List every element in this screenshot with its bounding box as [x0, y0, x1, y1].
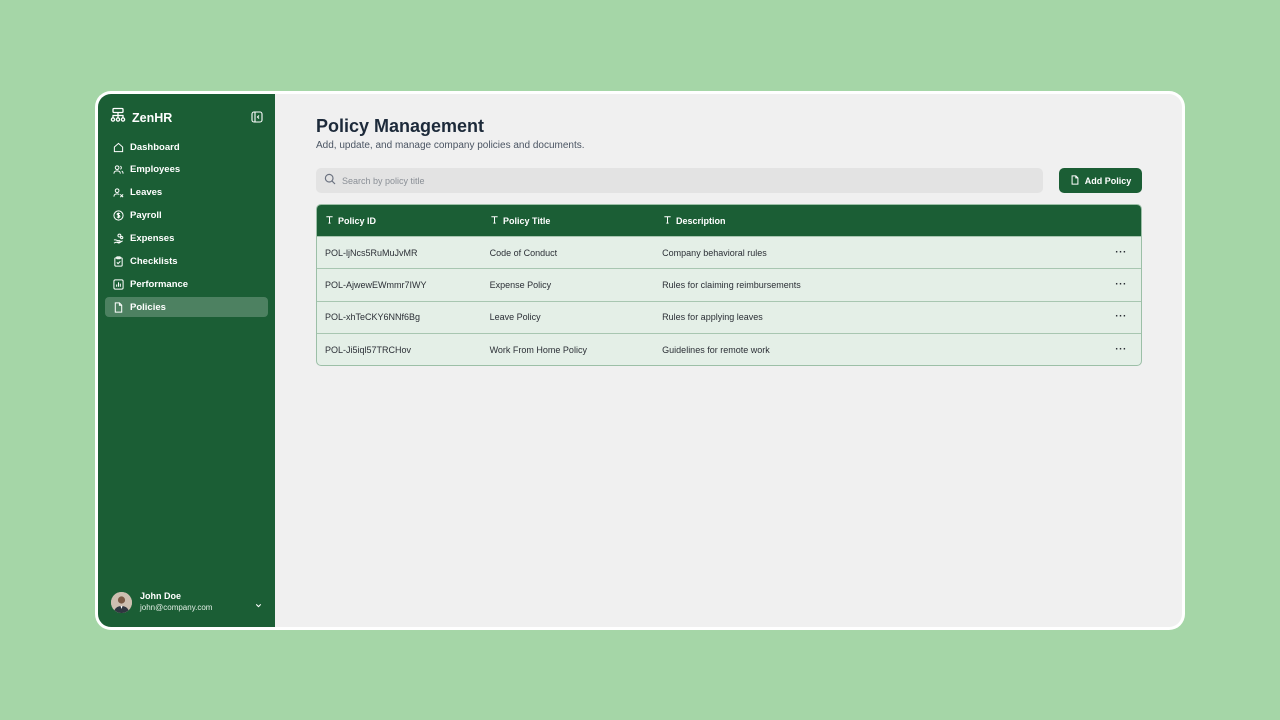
- policy-description-cell: Company behavioral rules: [662, 247, 767, 258]
- sidebar-collapse-icon[interactable]: [251, 110, 263, 123]
- main-content: Policy Management Add, update, and manag…: [275, 94, 1182, 627]
- home-icon: [113, 142, 124, 153]
- sidebar-item-label: Employees: [130, 164, 181, 176]
- sidebar-item-policies[interactable]: Policies: [105, 297, 268, 318]
- column-label: Policy ID: [338, 215, 377, 226]
- policy-id-cell: POL-Ji5iql57TRCHov: [325, 344, 412, 355]
- sidebar-item-label: Leaves: [130, 187, 163, 199]
- sidebar-item-employees[interactable]: Employees: [105, 160, 268, 180]
- search-bar[interactable]: [316, 168, 1043, 193]
- policy-title-cell: Code of Conduct: [489, 247, 558, 258]
- add-policy-label: Add Policy: [1084, 175, 1132, 186]
- sidebar-item-expenses[interactable]: Expenses: [105, 229, 268, 249]
- table-row[interactable]: POL-ljNcs5RuMuJvMR Code of Conduct Compa…: [317, 236, 1141, 268]
- policy-title-cell: Work From Home Policy: [489, 344, 587, 355]
- more-options-icon[interactable]: ···: [1115, 312, 1127, 322]
- user-info: John Doe john@company.com: [140, 591, 212, 613]
- page-title: Policy Management: [316, 116, 485, 136]
- policy-id-cell: POL-AjwewEWmmr7IWY: [325, 279, 427, 290]
- file-icon: [113, 302, 124, 313]
- table-header: Policy ID Policy Title Description: [317, 205, 1141, 236]
- policy-description-cell: Rules for claiming reimbursements: [662, 279, 801, 290]
- sidebar-item-label: Payroll: [130, 210, 162, 222]
- text-type-icon: [663, 215, 672, 226]
- column-label: Policy Title: [503, 215, 551, 226]
- add-policy-button[interactable]: Add Policy: [1059, 168, 1142, 193]
- search-input[interactable]: [342, 175, 1022, 186]
- column-header-description[interactable]: Description: [663, 215, 1103, 226]
- policies-table: Policy ID Policy Title Description POL-l…: [316, 204, 1142, 367]
- org-chart-icon: [110, 107, 126, 128]
- more-options-icon[interactable]: ···: [1115, 247, 1127, 257]
- policy-description-cell: Rules for applying leaves: [662, 312, 763, 323]
- text-type-icon: [325, 215, 334, 226]
- column-label: Description: [676, 215, 726, 226]
- policy-description-cell: Guidelines for remote work: [662, 344, 770, 355]
- user-x-icon: [113, 187, 124, 198]
- users-icon: [113, 164, 124, 175]
- sidebar-item-label: Performance: [130, 278, 189, 290]
- user-name: John Doe: [140, 591, 182, 601]
- bar-chart-icon: [113, 279, 124, 290]
- sidebar-item-checklists[interactable]: Checklists: [105, 251, 268, 271]
- sidebar-item-label: Expenses: [130, 233, 175, 245]
- table-row[interactable]: POL-AjwewEWmmr7IWY Expense Policy Rules …: [317, 268, 1141, 300]
- app-frame: ZenHR Dashboard Employees Leaves Payroll…: [95, 91, 1185, 630]
- policy-title-cell: Leave Policy: [489, 312, 541, 323]
- file-icon: [1070, 174, 1080, 187]
- table-row[interactable]: POL-xhTeCKY6NNf6Bg Leave Policy Rules fo…: [317, 300, 1141, 333]
- column-header-policy-id[interactable]: Policy ID: [317, 215, 490, 226]
- policy-title-cell: Expense Policy: [489, 279, 552, 290]
- sidebar-item-payroll[interactable]: Payroll: [105, 206, 268, 226]
- page-subtitle: Add, update, and manage company policies…: [316, 140, 585, 151]
- app-name: ZenHR: [132, 110, 173, 125]
- app-window: ZenHR Dashboard Employees Leaves Payroll…: [98, 94, 1182, 627]
- avatar: [111, 591, 132, 613]
- sidebar-item-performance[interactable]: Performance: [105, 274, 268, 294]
- policy-id-cell: POL-ljNcs5RuMuJvMR: [325, 247, 418, 258]
- sidebar: ZenHR Dashboard Employees Leaves Payroll…: [98, 94, 275, 627]
- sidebar-item-label: Policies: [130, 301, 166, 313]
- more-options-icon[interactable]: ···: [1115, 279, 1127, 289]
- user-menu[interactable]: John Doe john@company.com: [111, 591, 263, 613]
- column-header-policy-title[interactable]: Policy Title: [490, 215, 663, 226]
- user-email: john@company.com: [140, 603, 213, 612]
- sidebar-item-label: Dashboard: [130, 141, 180, 153]
- sidebar-item-dashboard[interactable]: Dashboard: [105, 137, 268, 157]
- chevron-down-icon[interactable]: [254, 597, 263, 608]
- brand: ZenHR: [110, 107, 172, 128]
- text-type-icon: [490, 215, 499, 226]
- table-row[interactable]: POL-Ji5iql57TRCHov Work From Home Policy…: [317, 332, 1141, 365]
- dollar-circle-icon: [113, 210, 124, 221]
- clipboard-check-icon: [113, 256, 124, 267]
- policy-id-cell: POL-xhTeCKY6NNf6Bg: [325, 312, 421, 323]
- hand-coins-icon: [113, 233, 124, 244]
- search-icon: [324, 172, 336, 190]
- sidebar-item-leaves[interactable]: Leaves: [105, 183, 268, 203]
- sidebar-item-label: Checklists: [130, 255, 178, 267]
- more-options-icon[interactable]: ···: [1115, 344, 1127, 354]
- sidebar-nav: Dashboard Employees Leaves Payroll Expen…: [105, 137, 268, 320]
